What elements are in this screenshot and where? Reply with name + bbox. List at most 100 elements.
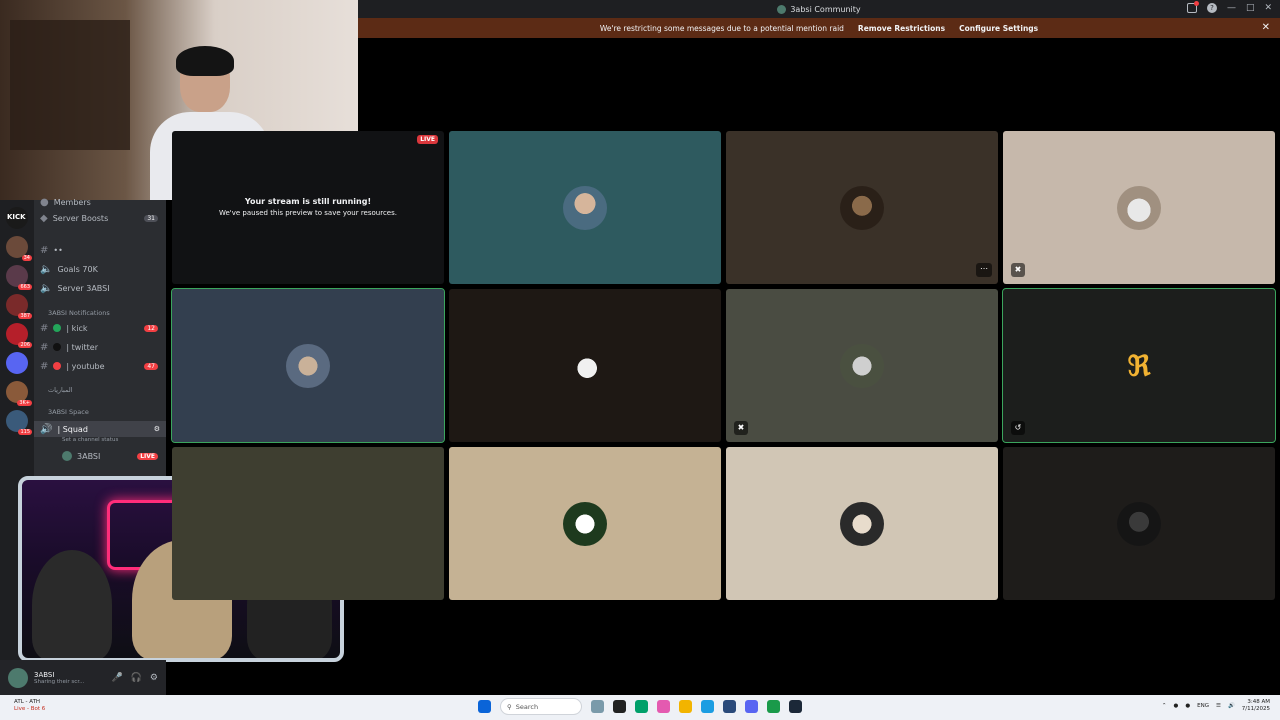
server-icon xyxy=(777,4,787,14)
channel-dots[interactable]: # •• xyxy=(34,242,166,258)
participant-tile[interactable] xyxy=(171,288,445,443)
channel-server-boosts[interactable]: ◆ Server Boosts 31 xyxy=(34,210,166,226)
windows-taskbar: ATL - ATH Live - Bot 6 ⚲ Search ⌃ ● ● EN… xyxy=(0,695,1280,720)
channel-server-3absi[interactable]: 🔈 Server 3ABSI xyxy=(34,280,166,296)
participant-tile[interactable] xyxy=(449,289,721,442)
participant-tile[interactable] xyxy=(172,447,444,600)
file-explorer-icon[interactable] xyxy=(679,700,692,713)
settings-icon[interactable]: ⚙ xyxy=(150,673,158,683)
participant-tile[interactable] xyxy=(1003,447,1275,600)
hash-icon: # xyxy=(40,341,49,353)
channel-status[interactable]: Set a channel status xyxy=(62,437,118,443)
app-icon[interactable] xyxy=(635,700,648,713)
server-badge: 206 xyxy=(18,342,32,348)
server-icon[interactable] xyxy=(6,352,28,374)
members-icon: ● xyxy=(40,196,49,208)
app-icon[interactable] xyxy=(591,700,604,713)
participant-avatar xyxy=(563,185,607,230)
voice-channel-squad[interactable]: 🔊 | Squad ⚙ xyxy=(34,421,166,437)
youtube-dot-icon xyxy=(53,362,62,370)
category-space[interactable]: 3ABSI Space xyxy=(48,408,89,416)
search-placeholder: Search xyxy=(515,702,539,711)
tray-app-icon[interactable]: ● xyxy=(1174,703,1179,709)
server-icon[interactable]: 663 xyxy=(6,265,32,290)
taskbar-clock[interactable]: 3:48 AM 7/11/2025 xyxy=(1242,699,1270,713)
participant-tile[interactable] xyxy=(726,447,998,600)
inbox-icon[interactable] xyxy=(1186,1,1199,13)
channel-youtube[interactable]: # | youtube 47 xyxy=(34,358,166,374)
tray-chevron-icon[interactable]: ⌃ xyxy=(1162,703,1167,709)
language-indicator[interactable]: ENG xyxy=(1197,703,1209,709)
start-icon[interactable] xyxy=(478,700,491,713)
participant-avatar xyxy=(1117,501,1161,546)
mic-icon[interactable]: 🎤 xyxy=(111,673,122,683)
configure-settings-button[interactable]: Configure Settings xyxy=(959,24,1038,33)
chrome-icon[interactable] xyxy=(767,700,780,713)
kick-dot-icon xyxy=(53,324,62,332)
tray-app-icon[interactable]: ● xyxy=(1185,703,1190,709)
banner-close-icon[interactable]: ✕ xyxy=(1262,22,1270,33)
server-icon[interactable]: 387 xyxy=(6,294,32,319)
participant-avatar xyxy=(840,185,884,230)
participant-tile[interactable]: ✖ xyxy=(1003,131,1275,284)
hash-icon: # xyxy=(40,244,49,256)
twitter-dot-icon xyxy=(53,343,62,351)
live-badge: LIVE xyxy=(137,452,158,460)
category-arabic[interactable]: المباريات xyxy=(48,386,73,394)
guest-figure-left xyxy=(32,550,112,658)
participant-tile[interactable] xyxy=(449,131,721,284)
participant-avatar xyxy=(840,501,884,546)
volume-icon[interactable]: 🔊 xyxy=(1228,703,1235,709)
channel-kick[interactable]: # | kick 12 xyxy=(34,320,166,336)
voice-member[interactable]: 3ABSI LIVE xyxy=(34,448,166,464)
taskbar-widget[interactable]: ATL - ATH Live - Bot 6 xyxy=(14,699,45,713)
participant-avatar xyxy=(1117,185,1161,230)
channel-goals[interactable]: 🔈 Goals 70K xyxy=(34,261,166,277)
speaker-icon: 🔈 xyxy=(40,263,53,275)
channel-label: Members xyxy=(53,197,91,207)
more-options-icon[interactable]: ⋯ xyxy=(976,263,992,277)
taskbar-search[interactable]: ⚲ Search xyxy=(500,698,582,715)
server-icon[interactable]: 34 xyxy=(6,236,32,261)
user-status: Sharing their scr... xyxy=(34,678,85,685)
voice-call-grid: LIVE Your stream is still running! We've… xyxy=(171,131,1276,601)
category-notifications[interactable]: 3ABSI Notifications xyxy=(48,309,110,317)
participant-tile[interactable]: ℜ ↺ xyxy=(1002,288,1276,443)
server-icon[interactable]: 3K+ xyxy=(6,381,32,406)
channel-twitter[interactable]: # | twitter xyxy=(34,339,166,355)
task-view-icon[interactable] xyxy=(613,700,626,713)
close-icon[interactable]: ✕ xyxy=(1264,3,1272,13)
server-icon[interactable]: 206 xyxy=(6,323,32,348)
raid-restriction-banner: We're restricting some messages due to a… xyxy=(358,18,1280,38)
app-icon[interactable] xyxy=(723,700,736,713)
streamer-hair xyxy=(176,46,234,76)
window-title-text: 3absi Community xyxy=(790,4,861,14)
participant-tile[interactable] xyxy=(449,447,721,600)
help-icon[interactable]: ? xyxy=(1206,3,1217,13)
stream-tile-paused[interactable]: LIVE Your stream is still running! We've… xyxy=(172,131,444,284)
server-icon-kick[interactable]: KICK xyxy=(6,207,28,229)
remove-restrictions-button[interactable]: Remove Restrictions xyxy=(858,24,945,33)
participant-tile[interactable]: ⋯ xyxy=(726,131,998,284)
user-name: 3ABSI xyxy=(34,670,55,679)
title-bar: 3absi Community ? — □ ✕ xyxy=(358,0,1280,18)
channel-members[interactable]: ● Members xyxy=(34,194,166,210)
wifi-icon[interactable]: ☰ xyxy=(1216,703,1221,709)
server-icon[interactable]: 115 xyxy=(6,410,32,435)
member-avatar xyxy=(62,451,72,461)
participant-tile[interactable]: ✖ xyxy=(726,289,998,442)
edge-icon[interactable] xyxy=(701,700,714,713)
window-title: 3absi Community xyxy=(777,4,861,14)
steam-icon[interactable] xyxy=(789,700,802,713)
app-icon[interactable] xyxy=(657,700,670,713)
user-avatar[interactable] xyxy=(8,667,28,688)
maximize-icon[interactable]: □ xyxy=(1246,3,1255,13)
hash-icon: # xyxy=(40,322,49,334)
participant-avatar xyxy=(286,343,330,388)
headphones-icon[interactable]: 🎧 xyxy=(131,673,142,683)
minimize-icon[interactable]: — xyxy=(1227,3,1236,13)
discord-icon[interactable] xyxy=(745,700,758,713)
screen: 3absi Community ? — □ ✕ We're restrictin… xyxy=(0,0,1280,720)
channel-settings-icon[interactable]: ⚙ xyxy=(154,425,160,433)
server-badge: 115 xyxy=(18,429,32,435)
